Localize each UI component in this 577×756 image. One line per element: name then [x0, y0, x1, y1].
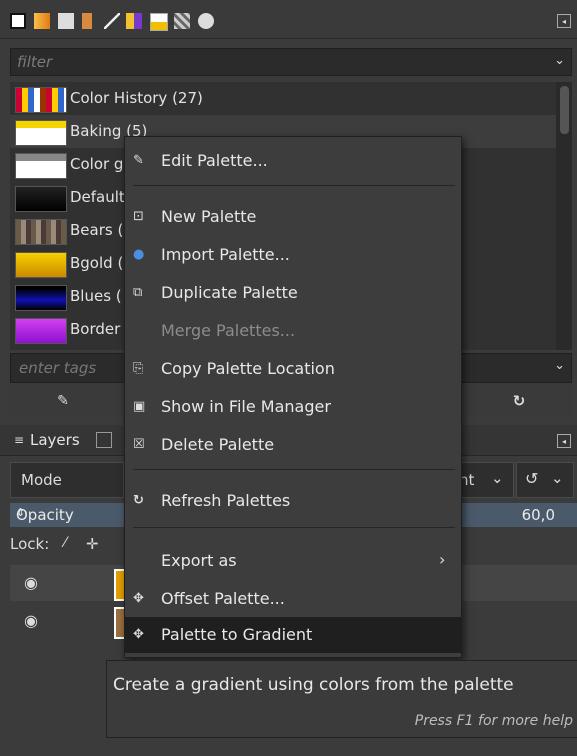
dock-menu-icon[interactable]: ◂: [557, 14, 571, 28]
menu-item-import-palette[interactable]: ● Import Palette...: [125, 237, 461, 273]
tab-layers[interactable]: Layers: [30, 431, 80, 449]
palette-swatch: [15, 120, 67, 146]
composite-mode-select[interactable]: ↺ ⌄: [516, 462, 574, 498]
menu-item-new-palette[interactable]: ⊡ New Palette: [125, 199, 461, 235]
layers-icon: ≡: [13, 433, 25, 447]
palette-name: Color g: [70, 155, 124, 173]
channels-tab-icon[interactable]: [96, 432, 112, 448]
palette-swatch: [15, 252, 67, 278]
dock-tab-bar: ◂: [0, 0, 577, 39]
lock-position-icon[interactable]: ✛: [86, 535, 99, 553]
import-icon: ●: [133, 247, 145, 262]
palette-name: Bgold (: [70, 254, 124, 272]
mode-label: Mode: [10, 462, 124, 498]
menu-item-show-in-file-manager[interactable]: ▣ Show in File Manager: [125, 389, 461, 425]
menu-item-edit-palette[interactable]: ✎ Edit Palette...: [125, 143, 461, 179]
tooltip-text: Create a gradient using colors from the …: [113, 675, 514, 695]
edit-icon: ✎: [133, 153, 144, 168]
menu-item-offset-palette[interactable]: ✥ Offset Palette...: [125, 581, 461, 617]
copy-icon: ⎘: [133, 361, 144, 376]
gradient-icon: ✥: [133, 627, 144, 642]
lock-pixels-icon[interactable]: ⁄: [64, 535, 66, 551]
font-tab-icon[interactable]: [58, 13, 74, 29]
palette-name: Default: [70, 188, 125, 206]
menu-separator: [133, 185, 455, 186]
pencil-tab-icon[interactable]: [104, 13, 120, 29]
chevron-down-icon[interactable]: ⌄: [554, 358, 565, 373]
refresh-icon: ↻: [133, 493, 144, 508]
palette-swatch: [15, 318, 67, 344]
chevron-down-icon: ⌄: [491, 469, 504, 487]
dynamics-tab-icon[interactable]: [198, 13, 214, 29]
swap-icon: ↺: [525, 469, 539, 488]
menu-item-export-as[interactable]: Export as ›: [125, 543, 461, 579]
palette-name: Color History (27): [70, 89, 203, 107]
document-tab-icon[interactable]: [82, 13, 92, 29]
menu-item-copy-palette-location[interactable]: ⎘ Copy Palette Location: [125, 351, 461, 387]
gradient-tab-icon[interactable]: [126, 13, 142, 29]
palette-swatch: [15, 87, 67, 113]
template-tab-icon[interactable]: [174, 13, 190, 29]
dock-menu-icon[interactable]: ◂: [557, 434, 571, 448]
palette-swatch: [15, 153, 67, 179]
menu-separator: [133, 527, 455, 528]
chevron-right-icon: ›: [439, 550, 446, 569]
eye-icon[interactable]: ◉: [24, 611, 38, 630]
pattern-tab-icon[interactable]: [34, 13, 50, 29]
lock-label: Lock:: [10, 535, 50, 553]
mode-select[interactable]: nt ⌄: [456, 462, 514, 498]
file-manager-icon: ▣: [133, 399, 146, 414]
new-icon: ⊡: [133, 209, 144, 224]
eye-icon[interactable]: ◉: [24, 573, 38, 592]
tooltip: Create a gradient using colors from the …: [106, 660, 577, 738]
duplicate-icon: ⧉: [133, 285, 143, 300]
menu-item-refresh-palettes[interactable]: ↻ Refresh Palettes: [125, 483, 461, 519]
edit-icon[interactable]: ✎: [54, 392, 72, 410]
filter-input[interactable]: filter ⌄: [10, 48, 572, 76]
tags-placeholder: enter tags: [19, 359, 97, 377]
palette-swatch: [15, 219, 67, 245]
delete-icon: ☒: [133, 437, 145, 452]
chevron-down-icon: ⌄: [551, 469, 564, 487]
menu-item-delete-palette[interactable]: ☒ Delete Palette: [125, 427, 461, 463]
palette-swatch: [15, 186, 67, 212]
menu-item-merge-palettes[interactable]: Merge Palettes...: [125, 313, 461, 349]
chevron-down-icon[interactable]: ⌄: [554, 53, 565, 68]
list-item[interactable]: Color History (27): [10, 82, 556, 115]
palette-name: Bears (: [70, 221, 124, 239]
menu-item-duplicate-palette[interactable]: ⧉ Duplicate Palette: [125, 275, 461, 311]
palette-swatch: [15, 285, 67, 311]
filter-placeholder: filter: [17, 53, 53, 71]
menu-item-palette-to-gradient[interactable]: ✥ Palette to Gradient: [125, 617, 461, 653]
refresh-icon[interactable]: ↻: [510, 392, 528, 410]
scrollbar-thumb[interactable]: [560, 86, 569, 134]
offset-icon: ✥: [133, 591, 144, 606]
palette-name: Blues (: [70, 287, 122, 305]
palette-tab-icon[interactable]: [150, 13, 168, 31]
menu-separator: [133, 469, 455, 470]
brush-tab-icon[interactable]: [10, 13, 26, 29]
tooltip-help: Press F1 for more help: [414, 713, 573, 729]
lock-row: Lock: ⁄ ✛: [10, 535, 99, 553]
palette-name: Border: [70, 320, 121, 338]
palette-context-menu: ✎ Edit Palette... ⊡ New Palette ● Import…: [124, 136, 462, 658]
